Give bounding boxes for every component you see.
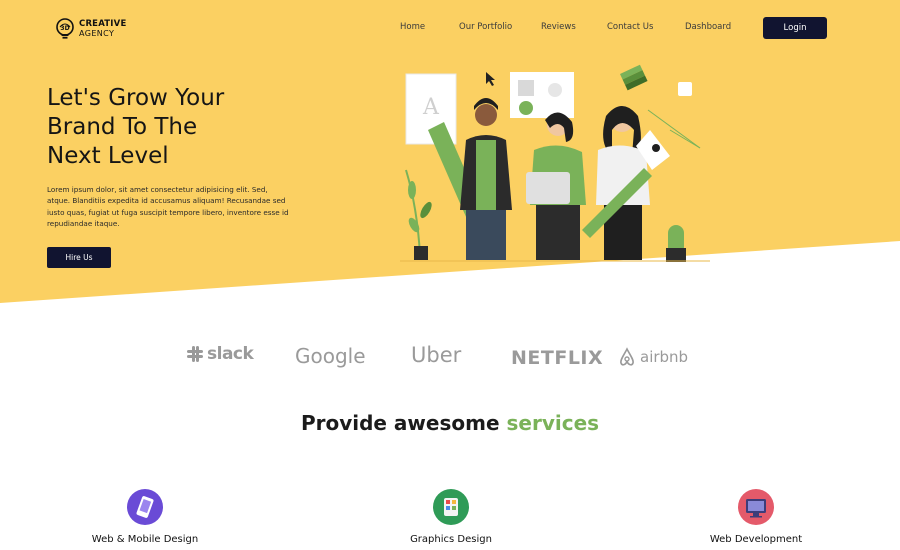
logo-line1: CREATIVE bbox=[79, 19, 127, 29]
airbnb-logo-icon bbox=[620, 347, 634, 366]
brand-netflix-name: NETFLIX bbox=[511, 347, 604, 369]
brand-slack-name: slack bbox=[207, 344, 254, 364]
svg-text:A: A bbox=[422, 95, 440, 120]
services-title: Provide awesome services bbox=[0, 411, 900, 435]
service-label: Web & Mobile Design bbox=[91, 534, 199, 545]
services-title-main: Provide awesome bbox=[300, 411, 500, 435]
nav-portfolio[interactable]: Our Portfolio bbox=[459, 22, 512, 32]
hero-title-line: Let's Grow Your bbox=[47, 85, 225, 111]
web-development-icon bbox=[738, 489, 774, 525]
services-title-accent: services bbox=[506, 411, 600, 435]
brand-netflix: NETFLIX bbox=[511, 347, 603, 369]
nav-reviews[interactable]: Reviews bbox=[541, 22, 576, 32]
slack-logo-icon bbox=[187, 346, 203, 362]
brand-google-name: Google bbox=[295, 344, 366, 368]
logo-text: CREATIVE AGENCY bbox=[79, 19, 126, 39]
hero-title-line: Next Level bbox=[47, 143, 169, 169]
brand-google: Google bbox=[295, 344, 366, 368]
nav-dashboard[interactable]: Dashboard bbox=[685, 22, 731, 32]
login-button[interactable]: Login bbox=[763, 17, 827, 39]
graphics-design-icon bbox=[433, 489, 469, 525]
brand-slack: slack bbox=[187, 344, 254, 364]
service-label: Web Development bbox=[709, 534, 803, 545]
brand-uber: Uber bbox=[411, 343, 461, 367]
service-card-web-mobile[interactable]: Web & Mobile Design bbox=[65, 489, 225, 545]
brand-airbnb: airbnb bbox=[618, 347, 688, 367]
hero-title-line: Brand To The bbox=[47, 114, 198, 140]
service-label: Graphics Design bbox=[410, 534, 492, 545]
lightbulb-logo-icon: 3D bbox=[56, 18, 74, 39]
brand-airbnb-name: airbnb bbox=[640, 348, 689, 366]
hero-description: Lorem ipsum dolor, sit amet consectetur … bbox=[47, 185, 289, 229]
brand-logo[interactable]: 3D CREATIVE AGENCY bbox=[55, 18, 126, 40]
nav-contact[interactable]: Contact Us bbox=[607, 22, 653, 32]
team-illustration: A bbox=[400, 64, 710, 262]
brand-uber-name: Uber bbox=[411, 343, 462, 367]
mobile-design-icon bbox=[127, 489, 163, 525]
nav-home[interactable]: Home bbox=[400, 22, 425, 32]
hire-us-button[interactable]: Hire Us bbox=[47, 247, 111, 268]
client-brands: slack Google Uber NETFLIX airbnb bbox=[0, 340, 900, 376]
service-card-web-dev[interactable]: Web Development bbox=[676, 489, 836, 545]
service-card-graphics[interactable]: Graphics Design bbox=[371, 489, 531, 545]
svg-text:3D: 3D bbox=[60, 25, 69, 32]
logo-line2: AGENCY bbox=[79, 29, 115, 38]
hero-title: Let's Grow Your Brand To The Next Level bbox=[47, 84, 287, 171]
